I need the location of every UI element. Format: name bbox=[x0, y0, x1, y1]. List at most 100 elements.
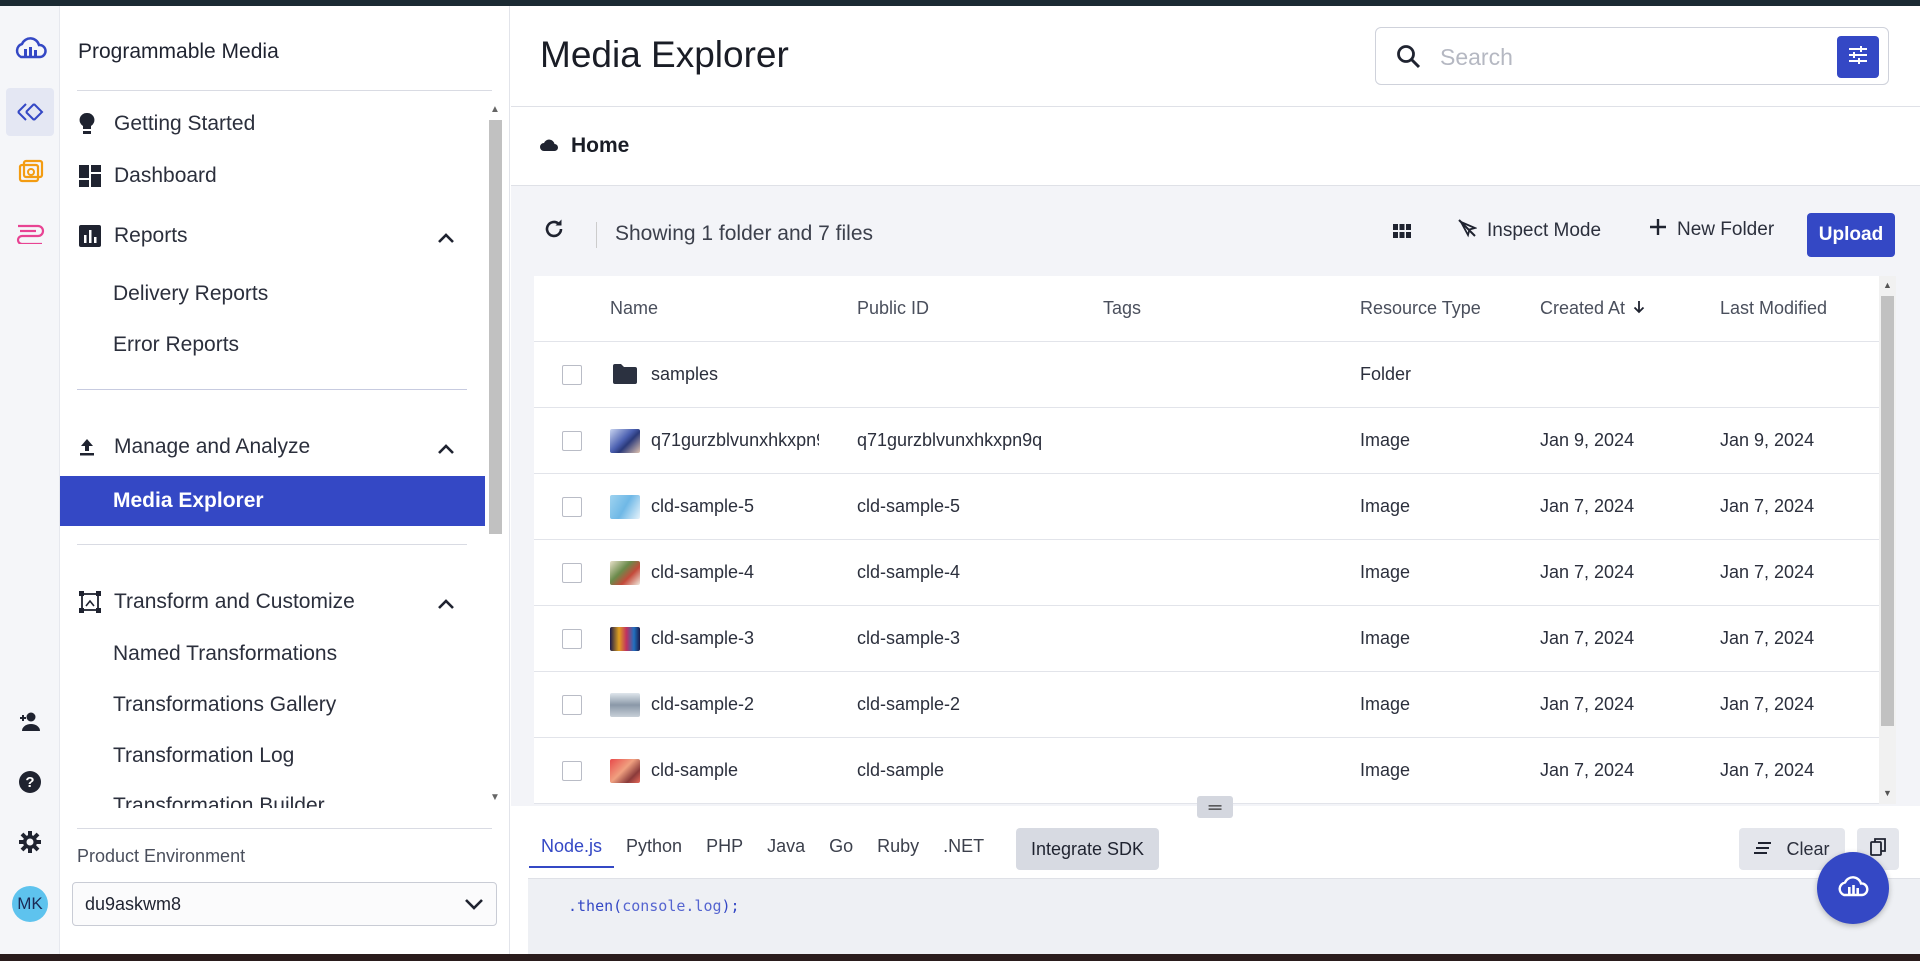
search-input[interactable] bbox=[1440, 40, 1820, 74]
tab-nodejs[interactable]: Node.js bbox=[529, 828, 615, 868]
inspect-mode-button[interactable]: Inspect Mode bbox=[1457, 218, 1601, 244]
breadcrumb-home-label: Home bbox=[571, 134, 630, 157]
sidebar-scrollbar[interactable]: ▲ ▼ bbox=[485, 100, 505, 808]
tab-python[interactable]: Python bbox=[614, 828, 694, 868]
code-snippet[interactable]: .then(console.log); bbox=[528, 878, 1920, 954]
upload-button[interactable]: Upload bbox=[1807, 213, 1895, 257]
integrate-sdk-button[interactable]: Integrate SDK bbox=[1016, 828, 1159, 870]
sidebar-section-reports[interactable]: Reports bbox=[78, 214, 493, 258]
row-checkbox[interactable] bbox=[562, 563, 582, 583]
row-checkbox[interactable] bbox=[562, 431, 582, 451]
scroll-thumb[interactable] bbox=[1881, 296, 1894, 726]
help-icon[interactable]: ? bbox=[6, 758, 54, 806]
table-row[interactable]: cld-sample-2 cld-sample-2 Image Jan 7, 2… bbox=[534, 672, 1879, 738]
row-checkbox[interactable] bbox=[562, 695, 582, 715]
settings-gear-icon[interactable] bbox=[6, 818, 54, 866]
column-header-resource-type[interactable]: Resource Type bbox=[1360, 298, 1481, 319]
assistant-fab-button[interactable] bbox=[1817, 852, 1889, 924]
scroll-up-arrow-icon[interactable]: ▲ bbox=[1882, 280, 1893, 290]
sidebar-item-dashboard[interactable]: Dashboard bbox=[78, 154, 493, 198]
table-row[interactable]: q71gurzblvunxhkxpn9q q71gurzblvunxhkxpn9… bbox=[534, 408, 1879, 474]
sidebar-item-transformation-builder[interactable]: Transformation Builder bbox=[113, 794, 325, 808]
column-header-created-at[interactable]: Created At bbox=[1540, 298, 1645, 319]
table-row[interactable]: cld-sample-4 cld-sample-4 Image Jan 7, 2… bbox=[534, 540, 1879, 606]
cell-name[interactable]: cld-sample-2 bbox=[651, 694, 841, 715]
sidebar-item-delivery-reports[interactable]: Delivery Reports bbox=[113, 282, 268, 306]
column-header-last-modified[interactable]: Last Modified bbox=[1720, 298, 1827, 319]
search-box[interactable] bbox=[1375, 27, 1889, 85]
new-folder-button[interactable]: New Folder bbox=[1649, 218, 1774, 242]
cell-last-modified: Jan 7, 2024 bbox=[1720, 628, 1815, 648]
divider bbox=[77, 90, 492, 91]
sidebar-item-transformations-gallery[interactable]: Transformations Gallery bbox=[113, 693, 336, 717]
user-avatar[interactable]: MK bbox=[12, 886, 48, 922]
row-checkbox[interactable] bbox=[562, 365, 582, 385]
cell-name[interactable]: cld-sample bbox=[651, 760, 841, 781]
tab-java[interactable]: Java bbox=[755, 828, 817, 868]
divider bbox=[77, 389, 467, 390]
cell-name[interactable]: cld-sample-5 bbox=[651, 496, 841, 517]
plus-icon bbox=[1649, 218, 1667, 242]
product-environment-select[interactable]: du9askwm8 bbox=[72, 882, 497, 926]
table-row[interactable]: cld-sample-5 cld-sample-5 Image Jan 7, 2… bbox=[534, 474, 1879, 540]
table-scrollbar[interactable]: ▲ ▼ bbox=[1879, 276, 1896, 804]
cell-resource-type: Image bbox=[1360, 496, 1411, 516]
breadcrumb-home[interactable]: Home bbox=[539, 134, 629, 158]
row-checkbox[interactable] bbox=[562, 761, 582, 781]
chevron-up-icon[interactable] bbox=[437, 592, 455, 616]
row-checkbox[interactable] bbox=[562, 497, 582, 517]
tab-dotnet[interactable]: .NET bbox=[931, 828, 996, 868]
table-row[interactable]: cld-sample-3 cld-sample-3 Image Jan 7, 2… bbox=[534, 606, 1879, 672]
cell-public-id: cld-sample-2 bbox=[857, 694, 961, 714]
product-environment-label: Product Environment bbox=[77, 846, 246, 866]
cell-created-at: Jan 7, 2024 bbox=[1540, 760, 1635, 780]
chevron-up-icon[interactable] bbox=[437, 226, 455, 250]
scroll-up-arrow-icon[interactable]: ▲ bbox=[489, 104, 501, 116]
scroll-down-arrow-icon[interactable]: ▼ bbox=[1882, 788, 1893, 798]
code-line: .then(console.log); bbox=[568, 897, 740, 915]
assets-icon[interactable] bbox=[6, 148, 54, 196]
sidebar-item-label: Dashboard bbox=[114, 164, 217, 187]
grid-view-icon[interactable] bbox=[1393, 224, 1411, 243]
sidebar-item-named-transformations[interactable]: Named Transformations bbox=[113, 642, 337, 666]
code-token: .then( bbox=[568, 897, 623, 915]
panel-resize-handle[interactable]: ═ bbox=[1197, 796, 1233, 818]
cell-resource-type: Image bbox=[1360, 760, 1411, 780]
cell-name[interactable]: q71gurzblvunxhkxpn9q bbox=[651, 430, 819, 451]
table-row[interactable]: samples Folder bbox=[534, 342, 1879, 408]
add-user-icon[interactable] bbox=[6, 698, 54, 746]
refresh-icon[interactable] bbox=[543, 218, 565, 245]
code-panel: Node.js Python PHP Java Go Ruby .NET Int… bbox=[511, 806, 1920, 954]
cell-name[interactable]: cld-sample-3 bbox=[651, 628, 841, 649]
cell-name[interactable]: samples bbox=[651, 364, 841, 385]
cell-last-modified: Jan 7, 2024 bbox=[1720, 694, 1815, 714]
search-filter-button[interactable] bbox=[1837, 36, 1879, 78]
sidebar-item-transformation-log[interactable]: Transformation Log bbox=[113, 744, 294, 768]
breadcrumb: Home bbox=[511, 107, 1920, 186]
sidebar-item-label: Getting Started bbox=[114, 112, 256, 135]
window-bottom-strip bbox=[0, 954, 1920, 961]
scroll-thumb[interactable] bbox=[489, 120, 502, 534]
sidebar-item-media-explorer[interactable]: Media Explorer bbox=[60, 476, 485, 526]
sidebar-item-error-reports[interactable]: Error Reports bbox=[113, 333, 239, 357]
tab-ruby[interactable]: Ruby bbox=[865, 828, 931, 868]
sidebar-section-transform-and-customize[interactable]: Transform and Customize bbox=[78, 580, 493, 624]
chevron-up-icon[interactable] bbox=[437, 437, 455, 461]
column-header-name[interactable]: Name bbox=[610, 298, 658, 319]
cloudinary-logo-icon[interactable] bbox=[6, 24, 54, 72]
tab-php[interactable]: PHP bbox=[694, 828, 755, 868]
video-icon[interactable] bbox=[6, 208, 54, 256]
scroll-down-arrow-icon[interactable]: ▼ bbox=[489, 792, 501, 804]
sidebar-item-getting-started[interactable]: Getting Started bbox=[78, 102, 493, 146]
image-thumbnail bbox=[610, 627, 640, 651]
sidebar-section-manage-and-analyze[interactable]: Manage and Analyze bbox=[78, 425, 493, 469]
tab-go[interactable]: Go bbox=[817, 828, 865, 868]
folder-icon bbox=[612, 363, 638, 390]
row-checkbox[interactable] bbox=[562, 629, 582, 649]
column-header-tags[interactable]: Tags bbox=[1103, 298, 1141, 319]
cell-last-modified: Jan 7, 2024 bbox=[1720, 496, 1815, 516]
table-row[interactable]: cld-sample cld-sample Image Jan 7, 2024 … bbox=[534, 738, 1879, 804]
programmable-media-icon[interactable] bbox=[6, 88, 54, 136]
cell-name[interactable]: cld-sample-4 bbox=[651, 562, 841, 583]
column-header-public-id[interactable]: Public ID bbox=[857, 298, 929, 319]
